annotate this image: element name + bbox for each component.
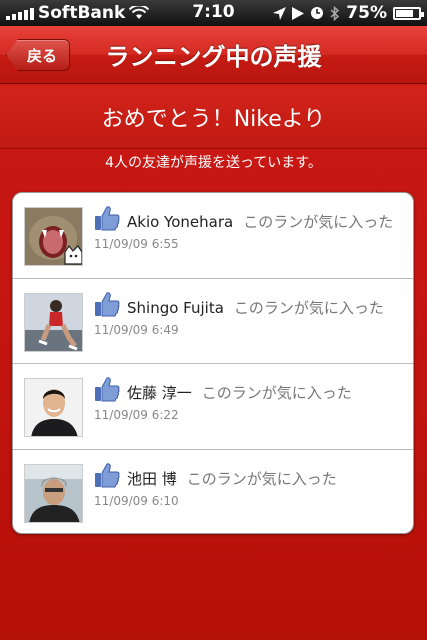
cheer-timestamp: 11/09/09 6:49 [94,322,179,337]
list-item[interactable]: Shingo Fujita このランが気に入った 11/09/09 6:49 [13,279,413,364]
thumbs-up-icon [95,462,120,487]
avatar [24,292,83,352]
avatar [24,207,83,266]
list-item[interactable]: 池田 博このランが気に入った 11/09/09 6:10 [13,450,413,534]
list-item[interactable]: 佐藤 淳一 このランが気に入った 11/09/09 6:22 [13,364,413,450]
cheer-name: 池田 博このランが気に入った [127,469,337,488]
location-arrow-icon [273,6,287,20]
cheer-count-text: 4人の友達が声援を送っています。 [105,155,322,171]
list-item[interactable]: Akio Yonehara このランが気に入った 11/09/09 6:55 [13,193,413,279]
cheer-name: 佐藤 淳一 このランが気に入った [127,384,352,402]
cheer-message: このランが気に入った [243,213,394,231]
thumbs-up-icon [95,377,120,402]
cheer-message: このランが気に入った [186,469,337,488]
navigation-bar: 戻る ランニング中の声援 [0,26,427,84]
thumbs-up-icon [95,291,120,316]
cheer-message: このランが気に入った [201,384,352,402]
cheer-message: このランが気に入った [233,298,384,317]
carrier-name: SoftBank [38,3,126,23]
cheer-name: Shingo Fujita このランが気に入った [127,298,384,317]
battery-percent: 75% [346,3,387,23]
page-title: ランニング中の声援 [105,43,322,71]
back-button[interactable]: 戻る [6,39,71,71]
play-icon [292,6,305,20]
cheer-timestamp: 11/09/09 6:10 [94,493,179,508]
thumbs-up-icon [95,206,120,231]
bluetooth-icon [330,5,340,21]
signal-icon [6,6,34,20]
cheer-list: Akio Yonehara このランが気に入った 11/09/09 6:55 Sh… [12,192,414,534]
avatar [24,463,83,523]
banner-text: おめでとう！Nikeより [101,106,326,132]
congrats-banner: おめでとう！Nikeより [0,85,427,149]
cheer-timestamp: 11/09/09 6:55 [94,237,179,251]
alarm-clock-icon [311,7,324,19]
cheer-name: Akio Yonehara このランが気に入った [127,213,394,231]
status-bar: SoftBank 7:10 75% [0,0,427,26]
avatar [24,378,83,437]
status-left: SoftBank [6,3,273,23]
status-right: 75% [273,3,424,23]
cheer-timestamp: 11/09/09 6:22 [94,408,179,422]
battery-icon [393,6,424,20]
wifi-icon [129,6,150,19]
